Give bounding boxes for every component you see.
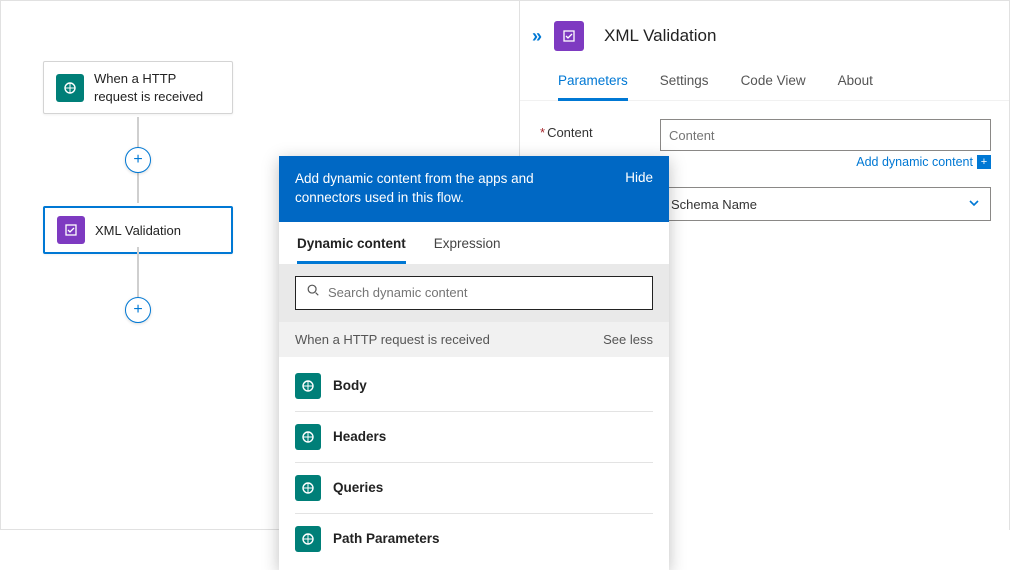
list-item[interactable]: Path Parameters bbox=[295, 514, 653, 564]
http-trigger-icon bbox=[295, 424, 321, 450]
search-area bbox=[279, 264, 669, 322]
collapse-panel-icon[interactable]: » bbox=[532, 26, 538, 47]
panel-tabs: Parameters Settings Code View About bbox=[520, 61, 1009, 101]
action-label: XML Validation bbox=[95, 223, 181, 238]
tab-parameters[interactable]: Parameters bbox=[558, 67, 628, 101]
http-trigger-icon bbox=[295, 475, 321, 501]
section-title: When a HTTP request is received bbox=[295, 332, 490, 347]
flyout-tabs: Dynamic content Expression bbox=[279, 222, 669, 264]
flyout-header-text: Add dynamic content from the apps and co… bbox=[295, 170, 575, 208]
trigger-node[interactable]: When a HTTP request is received bbox=[43, 61, 233, 114]
see-less-link[interactable]: See less bbox=[603, 332, 653, 347]
dynamic-content-flyout: Add dynamic content from the apps and co… bbox=[279, 156, 669, 570]
add-step-button-2[interactable]: + bbox=[125, 297, 151, 323]
tab-code-view[interactable]: Code View bbox=[741, 67, 806, 100]
add-step-button[interactable]: + bbox=[125, 147, 151, 173]
dynamic-content-list: Body Headers Queries Path Parameters bbox=[279, 357, 669, 570]
search-box[interactable] bbox=[295, 276, 653, 310]
panel-header: » XML Validation bbox=[520, 1, 1009, 61]
http-trigger-icon bbox=[56, 74, 84, 102]
list-item[interactable]: Queries bbox=[295, 463, 653, 514]
panel-title: XML Validation bbox=[604, 26, 716, 46]
plus-icon: + bbox=[977, 155, 991, 169]
chevron-down-icon bbox=[968, 197, 980, 212]
schema-name-placeholder: Schema Name bbox=[671, 197, 757, 212]
tab-dynamic-content[interactable]: Dynamic content bbox=[297, 232, 406, 264]
trigger-label: When a HTTP request is received bbox=[94, 70, 220, 105]
tab-expression[interactable]: Expression bbox=[434, 232, 501, 264]
connector-line-2 bbox=[137, 247, 139, 297]
add-dynamic-content-link[interactable]: Add dynamic content + bbox=[660, 155, 991, 169]
search-icon bbox=[306, 283, 320, 302]
content-label: *Content bbox=[540, 119, 660, 140]
xml-validation-icon bbox=[57, 216, 85, 244]
schema-name-select[interactable]: Schema Name bbox=[660, 187, 991, 221]
content-input[interactable] bbox=[660, 119, 991, 151]
list-item[interactable]: Headers bbox=[295, 412, 653, 463]
xml-validation-icon bbox=[554, 21, 584, 51]
flyout-header: Add dynamic content from the apps and co… bbox=[279, 156, 669, 222]
http-trigger-icon bbox=[295, 373, 321, 399]
list-item[interactable]: Body bbox=[295, 361, 653, 412]
hide-flyout-link[interactable]: Hide bbox=[625, 170, 653, 185]
tab-settings[interactable]: Settings bbox=[660, 67, 709, 100]
tab-about[interactable]: About bbox=[838, 67, 873, 100]
search-input[interactable] bbox=[328, 285, 642, 300]
section-header: When a HTTP request is received See less bbox=[279, 322, 669, 357]
